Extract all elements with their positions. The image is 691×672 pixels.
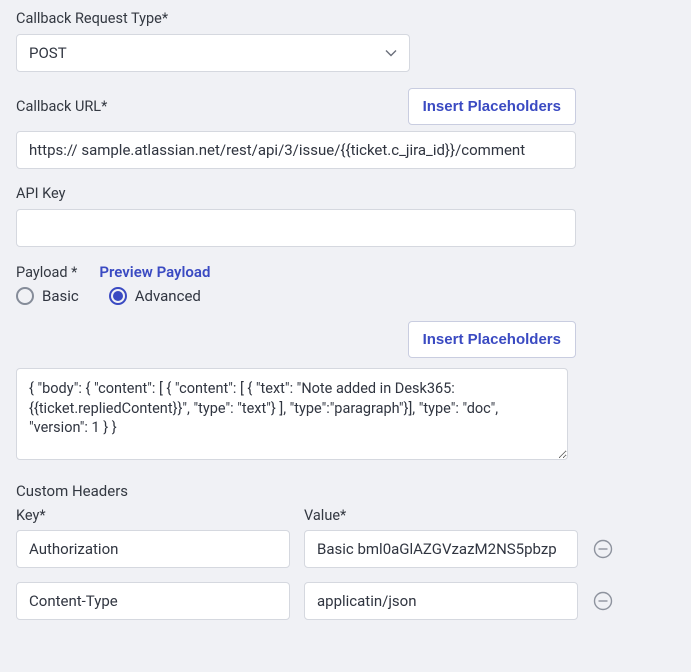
api-key-input[interactable] <box>16 209 576 247</box>
custom-header-row <box>16 582 675 620</box>
header-value-label: Value* <box>304 507 578 524</box>
remove-header-button[interactable] <box>592 590 614 612</box>
payload-basic-label: Basic <box>42 287 79 305</box>
minus-circle-icon <box>593 591 613 611</box>
callback-type-select[interactable]: POST <box>16 34 410 72</box>
callback-url-input[interactable] <box>16 131 576 169</box>
payload-radio-advanced[interactable]: Advanced <box>109 287 201 305</box>
preview-payload-link[interactable]: Preview Payload <box>99 263 210 281</box>
caret-down-icon <box>385 49 397 57</box>
header-value-input[interactable] <box>304 582 578 620</box>
header-key-input[interactable] <box>16 530 290 568</box>
remove-header-button[interactable] <box>592 538 614 560</box>
custom-headers-label: Custom Headers <box>16 482 675 500</box>
header-key-input[interactable] <box>16 582 290 620</box>
header-value-input[interactable] <box>304 530 578 568</box>
header-key-label: Key* <box>16 507 290 524</box>
payload-body-textarea[interactable] <box>16 368 568 460</box>
callback-url-label: Callback URL* <box>16 98 107 115</box>
insert-placeholders-button-url[interactable]: Insert Placeholders <box>408 88 576 125</box>
api-key-label: API Key <box>16 185 675 202</box>
payload-label: Payload * <box>16 264 77 281</box>
callback-type-label: Callback Request Type* <box>16 10 675 27</box>
insert-placeholders-button-payload[interactable]: Insert Placeholders <box>408 321 576 358</box>
payload-radio-basic[interactable]: Basic <box>16 287 79 305</box>
minus-circle-icon <box>593 539 613 559</box>
custom-header-row <box>16 530 675 568</box>
payload-advanced-label: Advanced <box>135 287 201 305</box>
callback-type-value: POST <box>29 44 67 62</box>
radio-checked-icon <box>109 287 127 305</box>
radio-icon <box>16 287 34 305</box>
